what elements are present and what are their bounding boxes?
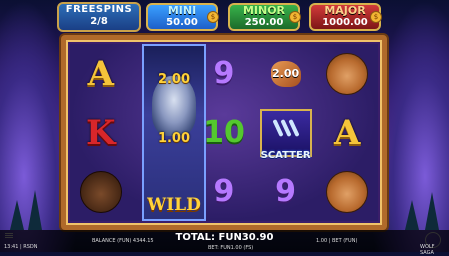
symbol-k: K (86, 112, 116, 153)
symbol-nine: 9 (213, 174, 235, 209)
jackpot-mini-value: 50.00 (166, 17, 198, 28)
symbol-cell: 9 (255, 162, 317, 221)
tree-decoration (425, 192, 439, 230)
jackpot-major-label: MAJOR (324, 4, 366, 17)
wild-multiplier: 2.00 (157, 72, 191, 87)
symbol-cell (316, 44, 378, 103)
total-win: TOTAL: FUN30.90 (175, 232, 274, 243)
jackpot-minor-value: 250.00 (244, 17, 284, 28)
symbol-cell: K (70, 103, 132, 162)
freespins-label: FREESPINS (65, 4, 133, 15)
scatter-label: SCATTER (260, 149, 311, 161)
scatter-symbol: SCATTER (259, 108, 312, 161)
tree-decoration (10, 200, 24, 230)
jackpot-mini: MINI 50.00 $ (146, 3, 219, 31)
cougar-icon (326, 170, 369, 213)
freespins-count: 2/8 (90, 16, 108, 27)
tree-decoration (28, 190, 42, 230)
jackpot-minor-label: MINOR (242, 4, 286, 17)
reel-frame: A 9 2.00 K 10 SCATTER A 9 9 2.00 1.00 WI… (61, 35, 387, 230)
symbol-a: A (333, 112, 361, 153)
symbol-a: A (87, 53, 114, 94)
jackpot-major-value: 1000.00 (322, 17, 368, 28)
freespins-panel: FREESPINS 2/8 (57, 2, 141, 32)
jackpot-minor: MINOR 250.00 $ (228, 3, 301, 31)
coin-icon: $ (207, 11, 219, 23)
symbol-nine: 9 (275, 174, 297, 209)
wild-multiplier: 1.00 (157, 131, 191, 146)
jackpot-mini-label: MINI (167, 4, 197, 17)
reel-grid: A 9 2.00 K 10 SCATTER A 9 9 2.00 1.00 WI… (70, 44, 378, 221)
symbol-cell: A (70, 44, 132, 103)
symbol-cell (70, 162, 132, 221)
tree-decoration (405, 200, 419, 230)
multiplier-stone: 2.00 (270, 60, 301, 87)
symbol-cell: 2.00 (255, 44, 317, 103)
bet-value[interactable]: 1.00 | BET (FUN) (316, 238, 357, 244)
bison-icon (79, 170, 122, 213)
bottom-bar: 13:41 | RSDN BALANCE (FUN) 4344.15 TOTAL… (0, 230, 449, 256)
clock-text: 13:41 | RSDN (4, 244, 38, 250)
jackpot-major: MAJOR 1000.00 $ (309, 3, 382, 31)
coin-icon: $ (370, 11, 382, 23)
symbol-ten: 10 (203, 115, 245, 150)
symbol-cell (316, 162, 378, 221)
game-name: WOLF SAGA (420, 244, 435, 256)
symbol-cell: SCATTER (255, 103, 317, 162)
bet-subtext: BET: FUN1.00 (FS) (208, 245, 254, 251)
wild-reel: 2.00 1.00 WILD (142, 44, 206, 221)
coin-icon: $ (289, 11, 301, 23)
symbol-nine: 9 (213, 56, 235, 91)
cougar-icon (326, 52, 369, 95)
wild-label: WILD (147, 195, 201, 215)
symbol-cell: A (316, 103, 378, 162)
multiplier-value: 2.00 (272, 67, 300, 80)
